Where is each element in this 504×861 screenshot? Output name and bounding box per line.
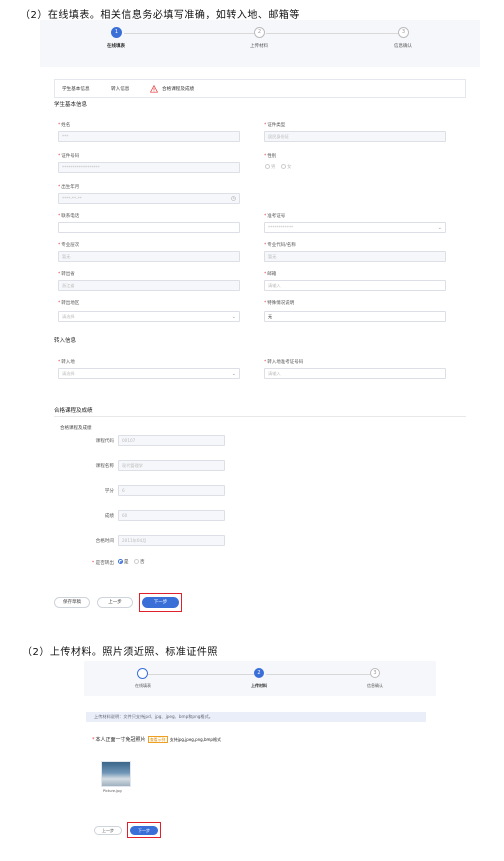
upload-notice: 上传材料说明：文件只支持jpd、jpg、jpeg、bmp和png格式。	[86, 712, 426, 722]
save-draft-button[interactable]: 保存草稿	[54, 597, 90, 608]
view-example-badge[interactable]: 查看示例	[147, 736, 168, 743]
section-heading-fill-form: （2）在线填表。相关信息务必填写准确，如转入地、邮箱等	[20, 10, 300, 21]
courses-divider	[54, 416, 466, 417]
major-field[interactable]: 暂无	[264, 251, 446, 262]
level-label: *专业层次	[58, 243, 80, 248]
upload-next-button[interactable]: 下一步	[130, 826, 158, 835]
format-hint: 支持jpg,jpeg,png,bmp格式	[169, 737, 221, 742]
stepper-line	[266, 33, 398, 34]
gender-radio-group: 男 女	[265, 164, 291, 170]
score-field[interactable]: 60	[118, 510, 225, 521]
form-card	[40, 67, 480, 635]
special-note-field[interactable]: 无	[264, 311, 446, 322]
transfer-out-yes-radio[interactable]	[118, 559, 123, 564]
transfer-info-title: 转入信息	[54, 338, 77, 344]
course-code-field[interactable]: 00107	[118, 435, 225, 446]
stepper-line	[266, 674, 370, 675]
upload-step-3-label: 信息确认	[367, 683, 383, 688]
gender-label: *性别	[264, 154, 277, 159]
course-name-label: 课程名称	[95, 464, 114, 469]
upload-step-1-indicator	[137, 668, 148, 679]
in-place-label: *转入地	[58, 360, 75, 365]
course-name-field[interactable]: 现代管理学	[118, 460, 225, 471]
photo-thumbnail[interactable]	[101, 761, 131, 787]
upload-prev-button[interactable]: 上一步	[94, 826, 122, 835]
gender-female-radio[interactable]	[280, 164, 286, 169]
credit-label: 学分	[104, 489, 114, 494]
transfer-out-radio-group: 是 否	[118, 559, 144, 565]
course-code-label: 课程代码	[95, 439, 114, 444]
transfer-out-label: * 是否转出	[91, 561, 114, 566]
step-2-indicator: 2	[254, 27, 265, 38]
stepper-line	[124, 33, 254, 34]
upload-step-1-label: 在线填表	[135, 683, 151, 688]
major-label: *专业代码/名称	[264, 243, 296, 248]
phone-field[interactable]	[58, 222, 240, 233]
step-1-label: 在线填表	[107, 44, 125, 49]
tab-courses[interactable]: 合格课程及成绩	[162, 86, 194, 92]
step-1-indicator: 1	[111, 27, 122, 38]
email-label: *邮箱	[264, 272, 277, 277]
id-type-field[interactable]: 居民身份证	[264, 131, 446, 142]
gender-male-radio[interactable]	[265, 164, 270, 169]
photo-upload-row: *本人正面一寸免冠照片 查看示例 支持jpg,jpeg,png,bmp格式	[92, 736, 221, 743]
out-area-label: *转出地区	[58, 301, 80, 306]
exam-number-select[interactable]: ************ ⌄	[264, 222, 446, 233]
out-province-field[interactable]: 浙江省	[58, 280, 240, 291]
pass-date-field[interactable]: 2011年04月	[118, 535, 225, 546]
in-exam-number-label: *转入地准考证号码	[264, 360, 304, 365]
phone-label: *联系电话	[58, 214, 80, 219]
chevron-down-icon: ⌄	[437, 225, 442, 231]
exam-number-label: *准考证号	[264, 214, 286, 219]
special-note-label: *特殊情况说明	[264, 301, 295, 306]
score-label: 成绩	[104, 514, 114, 519]
step-2-label: 上传材料	[250, 44, 268, 49]
stepper-line	[148, 674, 254, 675]
pass-date-label: 合格时间	[95, 539, 114, 544]
id-type-label: *证件类型	[264, 123, 286, 128]
out-area-select[interactable]: 请选择 ⌄	[58, 311, 240, 322]
courses-title: 合格课程及成绩	[54, 408, 93, 414]
chevron-down-icon: ⌄	[231, 371, 236, 377]
chevron-down-icon: ⌄	[231, 314, 236, 320]
upload-step-3-indicator: 3	[370, 668, 380, 678]
upload-step-2-indicator: 2	[254, 668, 264, 678]
next-step-button[interactable]: 下一步	[142, 597, 179, 608]
calendar-icon	[231, 196, 236, 201]
name-label: *姓名	[58, 123, 71, 128]
level-field[interactable]: 暂无	[58, 251, 240, 262]
birth-field[interactable]: ****-**-**	[58, 193, 240, 204]
id-number-field[interactable]: ******************	[58, 162, 240, 173]
in-place-select[interactable]: 请选择 ⌄	[58, 368, 240, 379]
name-field[interactable]: ***	[58, 131, 240, 142]
transfer-out-no-radio[interactable]	[133, 559, 139, 564]
section-heading-upload: （2）上传材料。照片须近照、标准证件照	[22, 647, 218, 658]
email-field[interactable]: 请输入	[264, 280, 446, 291]
credit-field[interactable]: 6	[118, 485, 225, 496]
out-province-label: *转出省	[58, 272, 75, 277]
tab-transfer-info[interactable]: 转入信息	[111, 86, 129, 92]
photo-caption: Picture.jpg	[103, 789, 122, 793]
birth-label: *出生年月	[58, 185, 80, 190]
step-3-indicator: 3	[398, 27, 409, 38]
basic-info-title: 学生基本信息	[54, 102, 88, 108]
tab-basic-info[interactable]: 学生基本信息	[62, 86, 90, 92]
courses-subtitle: 合格课程及成绩	[60, 426, 92, 431]
upload-step-2-label: 上传材料	[251, 683, 267, 688]
warning-icon	[150, 85, 158, 93]
form-tabs: 学生基本信息 转入信息 合格课程及成绩	[54, 79, 466, 98]
prev-step-button[interactable]: 上一步	[97, 597, 133, 608]
id-number-label: *证件号码	[58, 154, 80, 159]
step-3-label: 信息确认	[394, 44, 412, 49]
in-exam-number-field[interactable]: 请输入	[264, 368, 446, 379]
